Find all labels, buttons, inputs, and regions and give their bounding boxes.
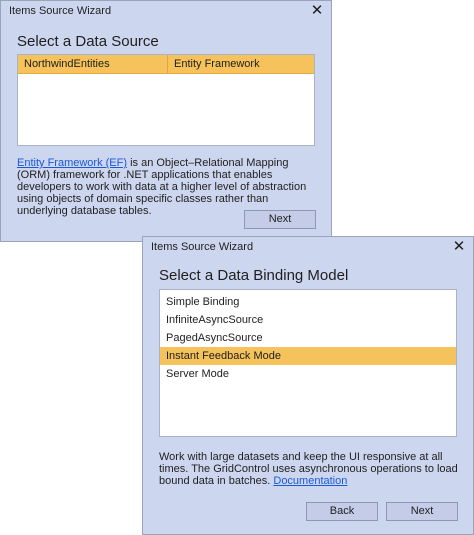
list-item-instant-feedback-mode[interactable]: Instant Feedback Mode <box>160 347 456 365</box>
data-source-description: Entity Framework (EF) is an Object–Relat… <box>17 157 321 217</box>
back-button[interactable]: Back <box>306 502 378 521</box>
binding-model-list[interactable]: Simple Binding InfiniteAsyncSource Paged… <box>159 289 457 437</box>
list-item-infinite-async-source[interactable]: InfiniteAsyncSource <box>160 311 456 329</box>
close-icon[interactable]: ✕ <box>309 3 325 19</box>
entity-framework-link[interactable]: Entity Framework (EF) <box>17 157 127 169</box>
table-row[interactable]: NorthwindEntities Entity Framework <box>18 55 314 74</box>
binding-model-description: Work with large datasets and keep the UI… <box>159 451 463 487</box>
items-source-wizard-window-2: Items Source Wizard ✕ Select a Data Bind… <box>142 236 474 535</box>
page-title: Select a Data Binding Model <box>159 267 349 284</box>
title-bar: Items Source Wizard ✕ <box>1 1 331 23</box>
data-source-table[interactable]: NorthwindEntities Entity Framework <box>17 54 315 146</box>
list-item-server-mode[interactable]: Server Mode <box>160 365 456 383</box>
next-button[interactable]: Next <box>386 502 458 521</box>
items-source-wizard-window-1: Items Source Wizard ✕ Select a Data Sour… <box>0 0 332 242</box>
window-title: Items Source Wizard <box>9 5 112 17</box>
list-item-paged-async-source[interactable]: PagedAsyncSource <box>160 329 456 347</box>
documentation-link[interactable]: Documentation <box>273 475 347 487</box>
close-icon[interactable]: ✕ <box>451 239 467 255</box>
page-title: Select a Data Source <box>17 33 159 50</box>
title-bar: Items Source Wizard ✕ <box>143 237 473 259</box>
next-button[interactable]: Next <box>244 210 316 229</box>
list-item-simple-binding[interactable]: Simple Binding <box>160 293 456 311</box>
table-cell-name: NorthwindEntities <box>18 55 168 73</box>
table-cell-type: Entity Framework <box>174 58 260 70</box>
window-title: Items Source Wizard <box>151 241 254 253</box>
